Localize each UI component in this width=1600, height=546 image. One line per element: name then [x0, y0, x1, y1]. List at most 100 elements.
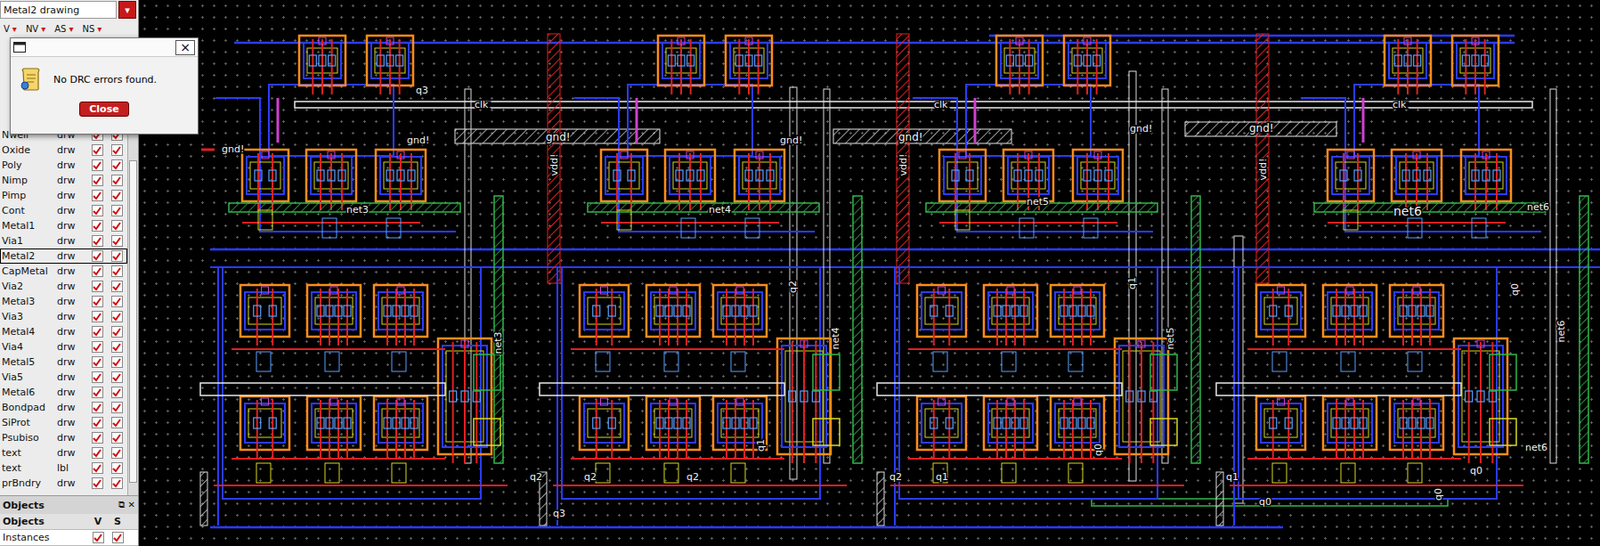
- net-label[interactable]: q0: [1258, 495, 1272, 508]
- layer-select-field[interactable]: Metal2 drawing: [0, 0, 117, 19]
- dropdown-arrow-icon[interactable]: ▾: [12, 24, 17, 34]
- net-label[interactable]: gnd!: [1249, 121, 1275, 135]
- net-label[interactable]: q0: [1509, 283, 1521, 296]
- layer-row[interactable]: Metal5drw: [0, 354, 128, 370]
- selectable-checkbox[interactable]: [111, 235, 123, 247]
- visible-checkbox[interactable]: [91, 371, 104, 383]
- selectable-checkbox[interactable]: [111, 310, 123, 323]
- panel-control-icon[interactable]: ✕: [128, 499, 136, 511]
- close-x-button[interactable]: ×: [175, 40, 195, 56]
- net-label[interactable]: gnd!: [779, 134, 803, 147]
- selectable-checkbox[interactable]: [111, 295, 123, 308]
- net-label[interactable]: gnd!: [221, 143, 244, 155]
- visible-checkbox[interactable]: [91, 235, 104, 247]
- net-label[interactable]: vdd!: [897, 154, 910, 177]
- dropdown-arrow-icon[interactable]: ▾: [97, 24, 102, 34]
- layer-row[interactable]: Polydrw: [0, 157, 128, 173]
- panel-control-icon[interactable]: ⧉: [118, 499, 125, 511]
- net-label[interactable]: q2: [584, 471, 597, 483]
- visible-checkbox[interactable]: [91, 386, 104, 398]
- layer-row[interactable]: Via2drw: [0, 278, 128, 294]
- close-button[interactable]: Close: [79, 101, 129, 117]
- selectable-checkbox[interactable]: [111, 371, 123, 383]
- visible-checkbox[interactable]: [91, 310, 104, 323]
- selectable-checkbox[interactable]: [111, 265, 123, 277]
- net-label[interactable]: q2: [529, 471, 543, 483]
- layer-row[interactable]: Psubisodrw: [0, 430, 128, 446]
- visible-checkbox[interactable]: [91, 280, 104, 293]
- net-label[interactable]: q2: [787, 280, 799, 293]
- filter-item[interactable]: NV▾: [25, 24, 46, 34]
- layer-row[interactable]: Via3drw: [0, 308, 128, 325]
- net-label[interactable]: net5: [1164, 326, 1177, 350]
- dropdown-arrow-icon[interactable]: ▾: [118, 0, 137, 19]
- visible-checkbox[interactable]: [91, 431, 104, 444]
- selectable-checkbox[interactable]: [111, 204, 123, 217]
- visible-checkbox[interactable]: [91, 356, 104, 368]
- selectable-checkbox[interactable]: [112, 531, 124, 544]
- net-label[interactable]: vdd!: [1257, 158, 1269, 181]
- selectable-checkbox[interactable]: [111, 462, 123, 474]
- visible-checkbox[interactable]: [91, 401, 104, 414]
- selectable-checkbox[interactable]: [111, 386, 123, 398]
- layer-row[interactable]: CapMetaldrw: [0, 263, 128, 279]
- visible-checkbox[interactable]: [91, 477, 104, 489]
- filter-item[interactable]: AS▾: [54, 24, 74, 34]
- net-label[interactable]: clk: [474, 98, 489, 111]
- visible-checkbox[interactable]: [91, 204, 104, 217]
- layer-selector[interactable]: Metal2 drawing▾: [0, 0, 139, 20]
- layer-row[interactable]: textdrw: [0, 445, 128, 461]
- net-label[interactable]: q2: [889, 471, 902, 483]
- selectable-checkbox[interactable]: [111, 219, 123, 232]
- selectable-checkbox[interactable]: [111, 159, 123, 171]
- net-label[interactable]: net6: [1393, 203, 1422, 219]
- net-label[interactable]: q1: [935, 471, 949, 483]
- selectable-checkbox[interactable]: [111, 446, 123, 459]
- scroll-thumb[interactable]: [129, 160, 138, 483]
- selectable-checkbox[interactable]: [111, 477, 123, 489]
- layer-row[interactable]: Nimpdrw: [0, 172, 128, 188]
- net-label[interactable]: q0: [1092, 443, 1105, 456]
- layer-row[interactable]: Metal2drw: [0, 248, 128, 264]
- selectable-checkbox[interactable]: [111, 401, 123, 414]
- layer-row[interactable]: Oxidedrw: [0, 142, 128, 158]
- net-label[interactable]: q0: [1470, 464, 1483, 477]
- visible-checkbox[interactable]: [92, 531, 105, 544]
- net-label[interactable]: q0: [1432, 487, 1445, 501]
- visible-checkbox[interactable]: [91, 159, 104, 171]
- dialog-title-bar[interactable]: ×: [10, 38, 198, 57]
- visible-checkbox[interactable]: [91, 462, 104, 474]
- layer-row[interactable]: textlbl: [0, 460, 128, 476]
- selectable-checkbox[interactable]: [111, 280, 123, 293]
- layer-row[interactable]: Metal3drw: [0, 293, 128, 309]
- net-label[interactable]: net6: [1525, 441, 1548, 454]
- net-label[interactable]: net4: [829, 326, 842, 350]
- net-label[interactable]: clk: [1392, 98, 1407, 111]
- net-label[interactable]: net3: [346, 203, 369, 216]
- net-label[interactable]: net5: [1026, 195, 1049, 208]
- net-label[interactable]: gnd!: [545, 130, 571, 144]
- objects-row[interactable]: Instances: [0, 529, 139, 546]
- visible-checkbox[interactable]: [91, 341, 104, 353]
- selectable-checkbox[interactable]: [111, 144, 123, 156]
- layer-row[interactable]: Metal6drw: [0, 384, 128, 400]
- visible-checkbox[interactable]: [91, 446, 104, 459]
- net-label[interactable]: net6: [1555, 319, 1568, 342]
- visible-checkbox[interactable]: [91, 250, 104, 262]
- layer-row[interactable]: SiProtdrw: [0, 414, 128, 431]
- layer-row[interactable]: Metal4drw: [0, 324, 128, 340]
- net-label[interactable]: q3: [552, 507, 566, 520]
- visible-checkbox[interactable]: [91, 295, 104, 308]
- selectable-checkbox[interactable]: [111, 250, 123, 262]
- layer-row[interactable]: Pimpdrw: [0, 187, 128, 204]
- layer-row[interactable]: Via5drw: [0, 369, 128, 385]
- dropdown-arrow-icon[interactable]: ▾: [40, 24, 46, 34]
- net-label[interactable]: vdd!: [548, 154, 561, 177]
- net-label[interactable]: net3: [492, 331, 504, 354]
- visible-checkbox[interactable]: [91, 189, 104, 202]
- layer-row[interactable]: prBndrydrw: [0, 475, 128, 491]
- net-label[interactable]: gnd!: [1129, 122, 1153, 135]
- visible-checkbox[interactable]: [91, 325, 104, 338]
- net-label[interactable]: clk: [934, 98, 949, 111]
- selectable-checkbox[interactable]: [111, 416, 123, 429]
